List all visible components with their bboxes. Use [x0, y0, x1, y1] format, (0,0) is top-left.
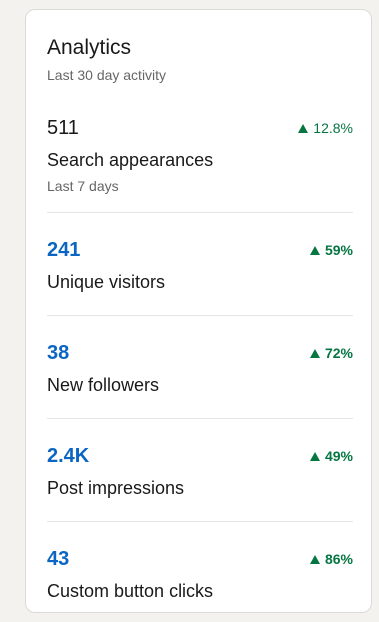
divider	[47, 315, 353, 316]
divider	[47, 418, 353, 419]
metric-value[interactable]: 2.4K	[47, 442, 89, 470]
analytics-header: Analytics Last 30 day activity	[47, 34, 350, 85]
metric-value: 511	[47, 117, 79, 139]
metric-custom-button-clicks[interactable]: 43 86% Custom button clicks	[47, 545, 353, 603]
triangle-up-icon	[309, 348, 320, 358]
metric-change: 12.8%	[298, 120, 353, 136]
analytics-card: Analytics Last 30 day activity 511 12.8%…	[25, 9, 372, 613]
metric-unique-visitors[interactable]: 241 59% Unique visitors	[47, 236, 353, 294]
metric-post-impressions[interactable]: 2.4K 49% Post impressions	[47, 442, 353, 500]
analytics-subtitle: Last 30 day activity	[47, 67, 167, 83]
triangle-up-icon	[309, 554, 320, 564]
metric-value[interactable]: 43	[47, 545, 69, 573]
triangle-up-icon	[309, 245, 320, 255]
divider	[47, 212, 353, 213]
metric-label: New followers	[47, 375, 160, 395]
metric-value[interactable]: 241	[47, 236, 80, 264]
metric-change-value: 86%	[324, 551, 353, 567]
metric-change-value: 72%	[324, 345, 353, 361]
metric-new-followers[interactable]: 38 72% New followers	[47, 339, 353, 397]
metric-label: Unique visitors	[47, 272, 166, 292]
metric-change-value: 59%	[324, 242, 353, 258]
metric-label: Search appearances	[47, 150, 214, 170]
triangle-up-icon	[309, 451, 320, 461]
triangle-up-icon	[298, 123, 309, 133]
metric-change-value: 49%	[324, 448, 353, 464]
metric-period: Last 7 days	[47, 178, 119, 194]
metric-change: 59%	[309, 242, 353, 258]
metric-search-appearances[interactable]: 511 12.8% Search appearances Last 7 days	[47, 114, 353, 196]
metric-label: Post impressions	[47, 478, 185, 498]
metric-change: 72%	[309, 345, 353, 361]
metric-label: Custom button clicks	[47, 581, 214, 601]
analytics-title: Analytics	[47, 36, 132, 59]
metric-value[interactable]: 38	[47, 339, 69, 367]
metric-change: 49%	[309, 448, 353, 464]
divider	[47, 521, 353, 522]
metric-change: 86%	[309, 551, 353, 567]
metric-change-value: 12.8%	[313, 120, 353, 136]
